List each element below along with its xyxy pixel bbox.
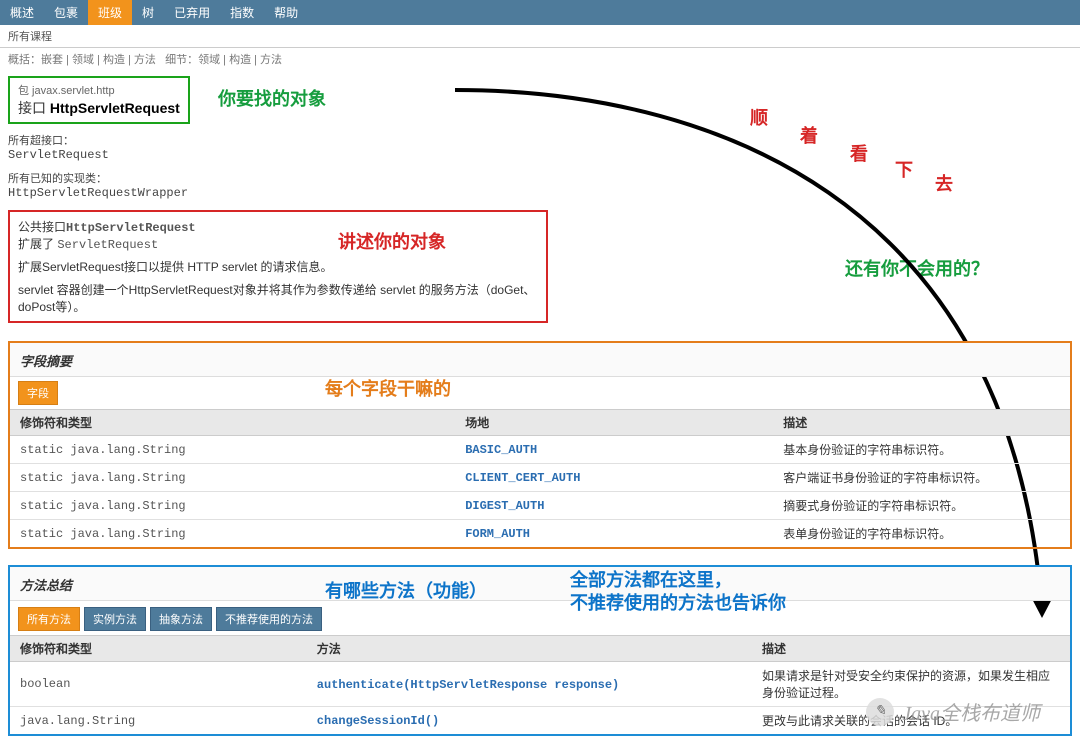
annot-flow-5: 去	[935, 170, 953, 196]
nav-overview[interactable]: 概述	[0, 0, 44, 25]
col-modifier: 修饰符和类型	[10, 636, 307, 662]
field-link[interactable]: CLIENT_CERT_AUTH	[465, 471, 580, 485]
page-title: 接口 HttpServletRequest	[18, 98, 180, 118]
wechat-icon: ✎	[866, 698, 894, 726]
annot-flow-1: 顺	[750, 104, 768, 130]
method-link[interactable]: authenticate(HttpServletResponse respons…	[317, 678, 619, 692]
subnav-detail: 概括：嵌套 | 领域 | 构造 | 方法 细节：领域 | 构造 | 方法	[0, 48, 1080, 70]
col-desc: 描述	[773, 410, 1070, 436]
top-nav: 概述 包裹 班级 树 已弃用 指数 帮助	[0, 0, 1080, 25]
field-link[interactable]: FORM_AUTH	[465, 527, 530, 541]
nav-index[interactable]: 指数	[220, 0, 264, 25]
table-row: static java.lang.StringFORM_AUTH表单身份验证的字…	[10, 520, 1070, 548]
nav-tree[interactable]: 树	[132, 0, 164, 25]
col-desc: 描述	[752, 636, 1070, 662]
method-summary: 有哪些方法（功能） 全部方法都在这里，不推荐使用的方法也告诉你 方法总结 所有方…	[8, 565, 1072, 736]
package-label: 包 javax.servlet.http	[18, 82, 180, 98]
tab-deprecated-methods[interactable]: 不推荐使用的方法	[216, 607, 322, 631]
col-modifier: 修饰符和类型	[10, 410, 455, 436]
table-row: static java.lang.StringDIGEST_AUTH摘要式身份验…	[10, 492, 1070, 520]
method-link[interactable]: changeSessionId()	[317, 714, 439, 728]
annot-flow-2: 着	[800, 122, 818, 148]
tab-instance-methods[interactable]: 实例方法	[84, 607, 146, 631]
super-interfaces-label: 所有超接口：	[8, 132, 1072, 148]
method-summary-title: 方法总结	[10, 567, 1070, 601]
nav-class[interactable]: 班级	[88, 0, 132, 25]
field-summary: 每个字段干嘛的 字段摘要 字段 修饰符和类型 场地 描述 static java…	[8, 341, 1072, 549]
col-field: 场地	[455, 410, 773, 436]
annot-methods: 有哪些方法（功能）	[325, 577, 487, 603]
col-method: 方法	[307, 636, 752, 662]
field-link[interactable]: BASIC_AUTH	[465, 443, 537, 457]
class-description: 公共接口HttpServletRequest 扩展了 ServletReques…	[8, 210, 548, 323]
tab-fields[interactable]: 字段	[18, 381, 58, 405]
subnav-all-classes[interactable]: 所有课程	[0, 25, 1080, 48]
table-row: static java.lang.StringBASIC_AUTH基本身份验证的…	[10, 436, 1070, 464]
annot-describe: 讲述你的对象	[338, 228, 446, 254]
tab-all-methods[interactable]: 所有方法	[18, 607, 80, 631]
class-header: 包 javax.servlet.http 接口 HttpServletReque…	[8, 76, 190, 124]
watermark: ✎ Java全栈布道师	[866, 697, 1040, 726]
tab-abstract-methods[interactable]: 抽象方法	[150, 607, 212, 631]
field-summary-title: 字段摘要	[10, 343, 1070, 377]
nav-deprecated[interactable]: 已弃用	[164, 0, 220, 25]
field-link[interactable]: DIGEST_AUTH	[465, 499, 544, 513]
annot-fields: 每个字段干嘛的	[325, 375, 451, 401]
impl-classes-value[interactable]: HttpServletRequestWrapper	[8, 186, 1072, 200]
annot-all-methods: 全部方法都在这里，不推荐使用的方法也告诉你	[570, 569, 786, 616]
nav-package[interactable]: 包裹	[44, 0, 88, 25]
nav-help[interactable]: 帮助	[264, 0, 308, 25]
annot-target: 你要找的对象	[218, 85, 326, 111]
fields-table: 修饰符和类型 场地 描述 static java.lang.StringBASI…	[10, 409, 1070, 547]
annot-flow-3: 看	[850, 140, 868, 166]
table-row: static java.lang.StringCLIENT_CERT_AUTH客…	[10, 464, 1070, 492]
annot-flow-4: 下	[895, 156, 913, 182]
